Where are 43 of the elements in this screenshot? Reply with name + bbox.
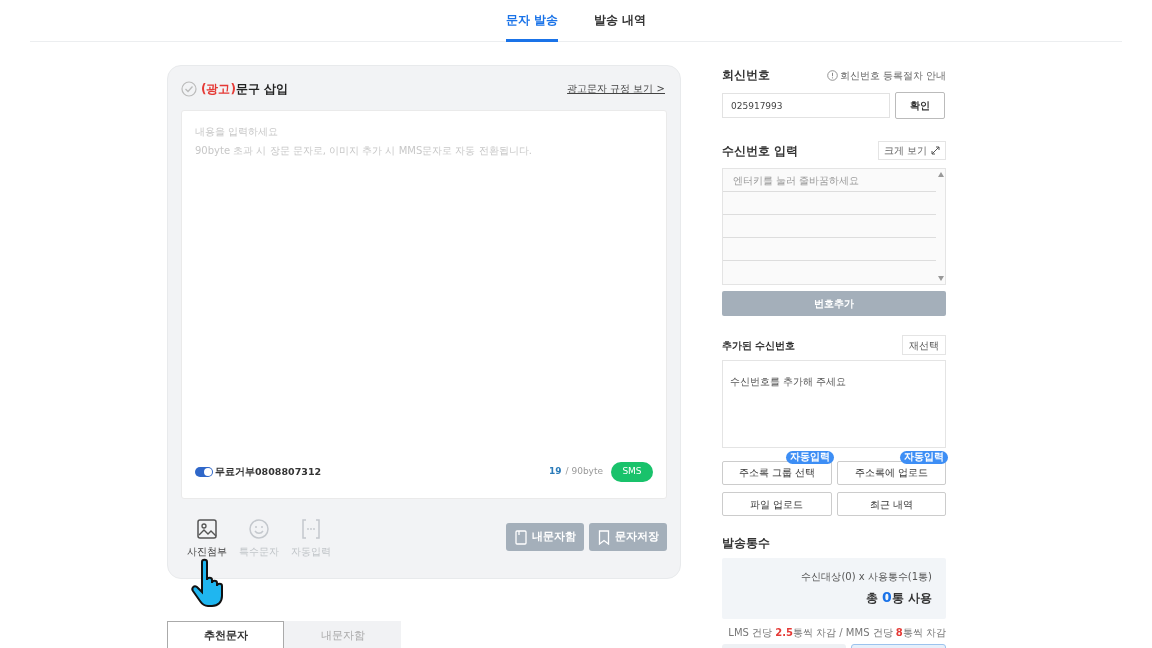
tool-button[interactable]: 사진첨부 bbox=[187, 518, 227, 559]
confirm-button[interactable]: 확인 bbox=[895, 92, 945, 119]
section-heading: 추가된 수신번호 bbox=[722, 338, 796, 353]
total-count: 0 bbox=[882, 588, 892, 607]
deduction-note: LMS 건당 2.5통씩 차감 / MMS 건당 8통씩 차감 bbox=[728, 626, 946, 640]
bracket-icon bbox=[300, 518, 322, 540]
total-suffix: 통 사용 bbox=[891, 590, 932, 607]
scroll-down-icon[interactable] bbox=[937, 276, 944, 281]
source-button[interactable]: 최근 내역 bbox=[836, 492, 946, 516]
check-icon[interactable] bbox=[181, 80, 197, 97]
ad-rules-link[interactable]: 광고문자 규정 보기 > bbox=[567, 81, 665, 96]
insert-title: 문구 삽입 bbox=[235, 80, 289, 98]
top-tab[interactable]: 문자 발송 bbox=[505, 0, 558, 42]
placeholder-text: 엔터키를 눌러 줄바꿈하세요 bbox=[733, 173, 860, 188]
ad-prefix: (광고) bbox=[201, 80, 236, 98]
bookmark-icon bbox=[597, 529, 610, 545]
hand-cursor-icon bbox=[190, 558, 226, 608]
message-type-badge: SMS bbox=[611, 462, 653, 482]
reply-number-field[interactable]: 025917993 bbox=[722, 93, 890, 118]
source-button[interactable]: 파일 업로드 bbox=[722, 492, 832, 516]
total-prefix: 총 bbox=[865, 590, 879, 607]
count-formula: 수신대상(0) x 사용통수(1통) bbox=[801, 570, 932, 584]
phone-icon bbox=[514, 529, 527, 545]
opt-out-toggle[interactable] bbox=[195, 467, 213, 477]
opt-out-label: 무료거부0808807312 bbox=[215, 464, 322, 479]
smiley-icon bbox=[248, 518, 270, 540]
guide-link[interactable]: 회신번호 등록절차 안내 bbox=[839, 67, 946, 83]
byte-limit: / 90byte bbox=[565, 465, 603, 479]
byte-count: 19 bbox=[549, 465, 562, 479]
section-heading: 수신번호 입력 bbox=[722, 142, 799, 160]
reselect-button[interactable]: 재선택 bbox=[902, 335, 946, 355]
placeholder-text: 수신번호를 추가해 주세요 bbox=[730, 376, 847, 387]
expand-icon bbox=[931, 146, 940, 155]
section-heading: 회신번호 bbox=[722, 67, 770, 84]
message-tab[interactable]: 추천문자 bbox=[167, 621, 284, 648]
auto-badge: 자동입력 bbox=[900, 451, 948, 464]
info-icon bbox=[826, 69, 838, 81]
auto-badge: 자동입력 bbox=[785, 451, 834, 464]
image-icon bbox=[196, 518, 218, 540]
section-heading: 발송통수 bbox=[722, 535, 771, 552]
scroll-up-icon[interactable] bbox=[937, 172, 944, 177]
expand-button[interactable]: 크게 보기 bbox=[877, 141, 946, 160]
top-tab[interactable]: 발송 내역 bbox=[594, 0, 647, 42]
